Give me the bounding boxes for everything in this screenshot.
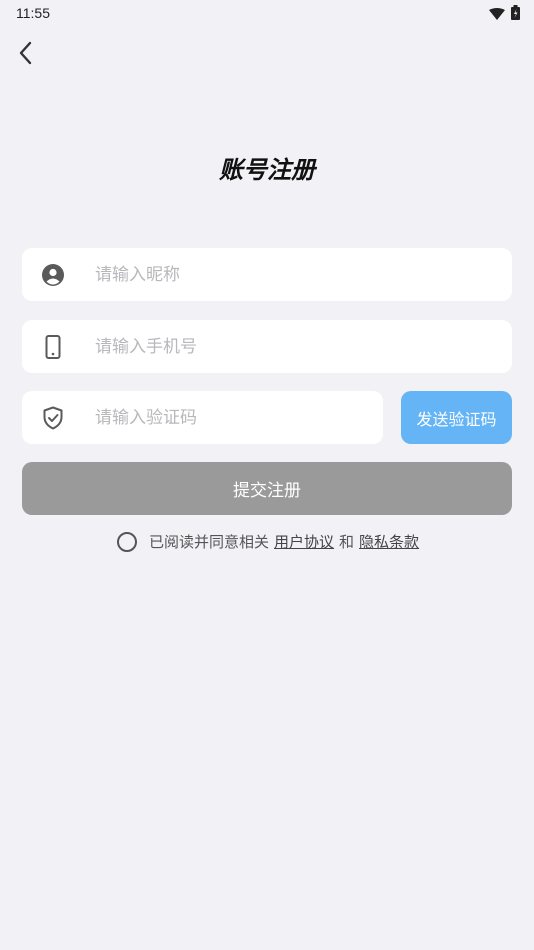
nickname-field[interactable] bbox=[22, 248, 512, 301]
status-icons bbox=[489, 5, 520, 24]
phone-field[interactable] bbox=[22, 320, 512, 373]
send-code-button[interactable]: 发送验证码 bbox=[401, 391, 512, 444]
phone-icon bbox=[41, 334, 65, 359]
agreement-connector: 和 bbox=[339, 533, 355, 551]
code-input[interactable] bbox=[93, 406, 337, 429]
status-time: 11:55 bbox=[16, 5, 50, 21]
agree-radio[interactable] bbox=[117, 531, 137, 552]
status-bar: 11:55 bbox=[0, 0, 534, 28]
wifi-icon bbox=[489, 5, 505, 24]
nickname-input[interactable] bbox=[93, 263, 397, 286]
phone-input[interactable] bbox=[93, 335, 397, 358]
code-field[interactable] bbox=[22, 391, 383, 444]
chevron-left-icon bbox=[18, 41, 32, 69]
agreement-prefix: 已阅读并同意相关 bbox=[149, 533, 270, 551]
page-title: 账号注册 bbox=[219, 156, 315, 184]
back-button[interactable] bbox=[8, 38, 42, 72]
privacy-policy-link[interactable]: 隐私条款 bbox=[359, 531, 419, 552]
battery-icon bbox=[511, 5, 520, 24]
user-agreement-link[interactable]: 用户协议 bbox=[274, 531, 334, 552]
submit-button[interactable]: 提交注册 bbox=[22, 462, 512, 515]
user-icon bbox=[41, 263, 65, 287]
agreement-row: 已阅读并同意相关 用户协议 和 隐私条款 bbox=[117, 531, 419, 552]
shield-check-icon bbox=[41, 406, 65, 430]
